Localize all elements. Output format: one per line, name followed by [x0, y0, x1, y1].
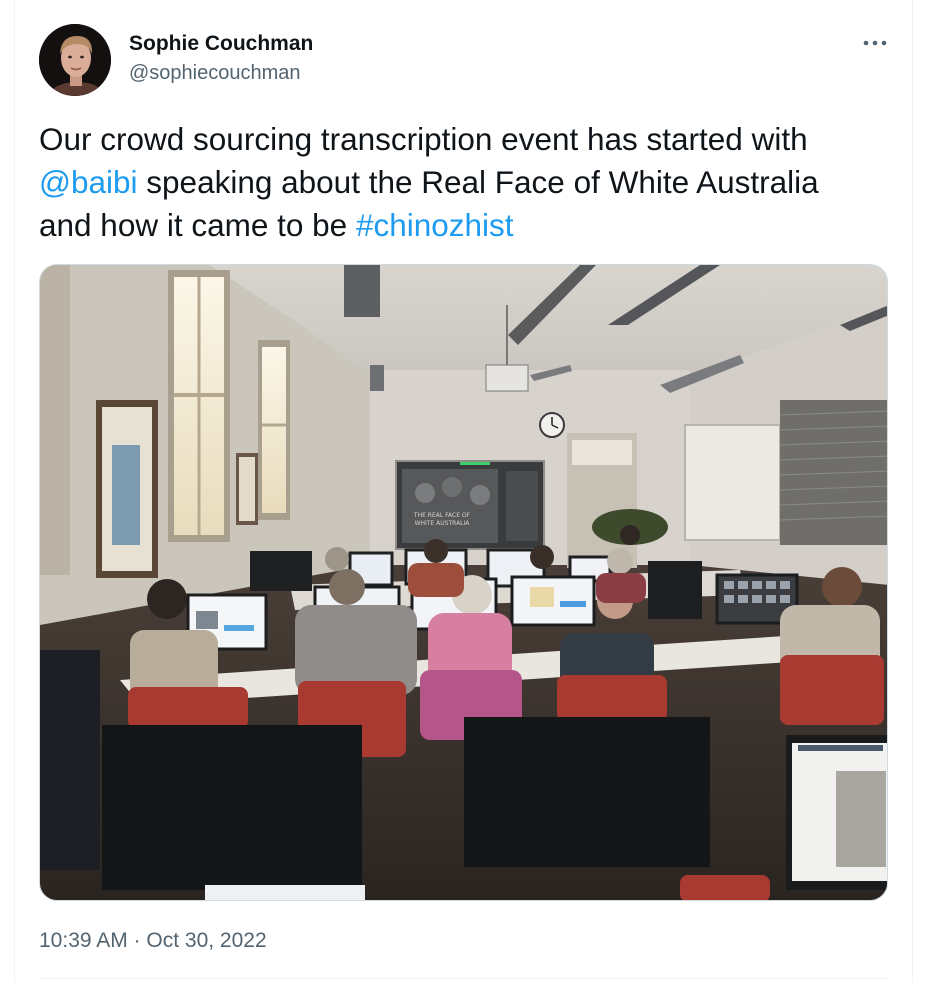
- tweet-photo[interactable]: THE REAL FACE OF WHITE AUSTRALIA: [39, 264, 888, 901]
- tweet-date[interactable]: Oct 30, 2022: [146, 929, 266, 952]
- classroom-photo: THE REAL FACE OF WHITE AUSTRALIA: [40, 265, 887, 900]
- tweet-timestamp: 10:39 AM · Oct 30, 2022: [39, 927, 267, 955]
- tweet-card: Sophie Couchman @sophiecouchman Our crow…: [15, 0, 912, 983]
- tweet-time[interactable]: 10:39 AM: [39, 929, 128, 952]
- avatar-image: [39, 24, 111, 96]
- ellipsis-icon: [863, 40, 887, 46]
- mention-link[interactable]: @baibi: [39, 164, 138, 200]
- more-options-button[interactable]: [860, 28, 890, 58]
- author-display-name[interactable]: Sophie Couchman: [129, 31, 313, 57]
- divider: [39, 978, 888, 979]
- hashtag-link[interactable]: #chinozhist: [356, 207, 514, 243]
- tweet-text: Our crowd sourcing transcription event h…: [39, 118, 879, 247]
- timeline-border-right: [912, 0, 913, 983]
- slide-title-line1: THE REAL FACE OF: [413, 512, 471, 519]
- author-handle[interactable]: @sophiecouchman: [129, 60, 313, 86]
- timestamp-separator: ·: [127, 929, 147, 952]
- slide-title-line2: WHITE AUSTRALIA: [415, 520, 471, 527]
- author-block: Sophie Couchman @sophiecouchman: [129, 31, 313, 86]
- tweet-text-part: Our crowd sourcing transcription event h…: [39, 121, 808, 157]
- avatar[interactable]: [39, 24, 111, 96]
